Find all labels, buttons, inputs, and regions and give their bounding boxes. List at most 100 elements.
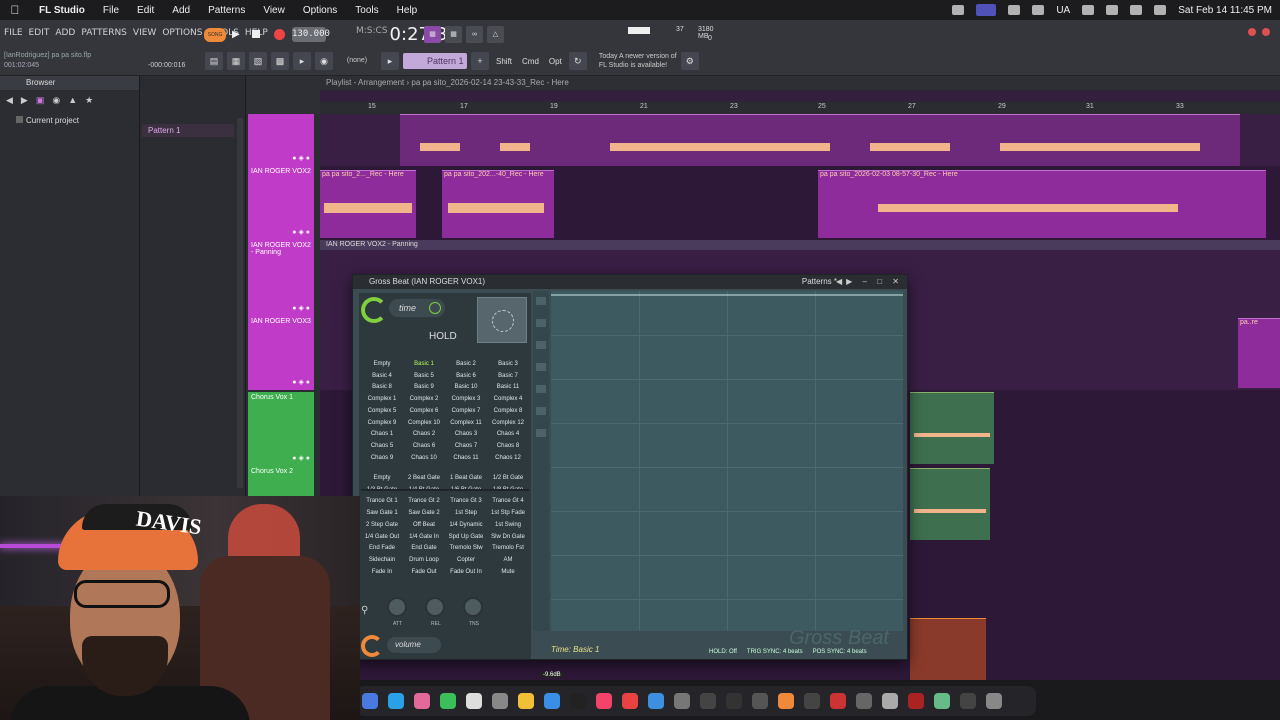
track-header-vox2-panning[interactable]: IAN ROGER VOX2 - Panning ● ◈ ●	[248, 240, 314, 316]
time-preset[interactable]: Chaos 7	[445, 441, 487, 452]
power-icon[interactable]	[429, 302, 441, 314]
time-preset[interactable]: Basic 2	[445, 359, 487, 370]
time-preset[interactable]: Basic 3	[487, 359, 529, 370]
volume-preset[interactable]: Tremolo Slw	[445, 543, 487, 554]
volume-preset[interactable]: Spd Up Gate	[445, 532, 487, 543]
safari-icon[interactable]	[388, 693, 404, 709]
minimize-icon[interactable]	[1248, 28, 1256, 36]
browser-item-current-project[interactable]: Current project	[0, 110, 139, 125]
clock[interactable]: Sat Feb 14 11:45 PM	[1178, 5, 1272, 16]
fl-menu-view[interactable]: VIEW	[133, 28, 156, 38]
microphone-icon[interactable]: ◉	[315, 52, 333, 70]
time-preset[interactable]: Chaos 8	[487, 441, 529, 452]
music-icon[interactable]	[596, 693, 612, 709]
fl-menu-patterns[interactable]: PATTERNS	[81, 28, 127, 38]
pos-sync-option[interactable]: POS SYNC: 4 beats	[813, 649, 867, 655]
zoom-icon[interactable]: ⚲	[361, 605, 368, 616]
menu-help[interactable]: Help	[388, 5, 427, 16]
tool-icon[interactable]	[536, 363, 546, 371]
menu-app-name[interactable]: FL Studio	[30, 5, 94, 16]
update-notice[interactable]: Today A newer version of FL Studio is av…	[599, 52, 677, 70]
trash-icon[interactable]	[986, 693, 1002, 709]
track-controls-icon[interactable]: ● ◈ ●	[292, 454, 310, 462]
photos-icon[interactable]	[414, 693, 430, 709]
volume-preset[interactable]: Fade Out	[403, 567, 445, 578]
pattern-arrow-icon[interactable]: ▸	[381, 52, 399, 70]
time-preset[interactable]: Basic 6	[445, 371, 487, 382]
volume-preset[interactable]: Saw Gate 1	[361, 508, 403, 519]
piano-roll-icon[interactable]: ▧	[249, 52, 267, 70]
time-preset[interactable]: Chaos 3	[445, 429, 487, 440]
track-header-vox3[interactable]: IAN ROGER VOX3 ● ◈ ●	[248, 316, 314, 390]
volume-preset[interactable]: Sidechain	[361, 555, 403, 566]
time-preset[interactable]: Complex 5	[361, 406, 403, 417]
volume-preset[interactable]: Drum Loop	[403, 555, 445, 566]
time-preset[interactable]: Complex 4	[487, 394, 529, 405]
envelope-curve[interactable]	[551, 291, 903, 311]
gross-beat-titlebar[interactable]: Gross Beat (IAN ROGER VOX1) Patterns * ◀…	[353, 275, 907, 289]
menu-patterns[interactable]: Patterns	[199, 5, 254, 16]
volume-preset[interactable]: Mute	[487, 567, 529, 578]
audio-clip[interactable]: pa pa sito_2..._Rec - Here	[320, 170, 416, 238]
volume-preset[interactable]: Trance Gt 3	[445, 496, 487, 507]
wifi-icon[interactable]	[1106, 5, 1119, 15]
maps-icon[interactable]	[544, 693, 560, 709]
app-icon[interactable]	[726, 693, 742, 709]
app-icon[interactable]	[622, 693, 638, 709]
app-icon[interactable]	[882, 693, 898, 709]
record-icon[interactable]	[274, 29, 285, 40]
volume-preset[interactable]: 1/4 Gate Out	[361, 532, 403, 543]
time-preset[interactable]: Complex 1	[361, 394, 403, 405]
app-store-icon[interactable]	[648, 693, 664, 709]
help-icon[interactable]	[960, 693, 976, 709]
time-preset[interactable]: Chaos 5	[361, 441, 403, 452]
menu-add[interactable]: Add	[163, 5, 199, 16]
time-selector[interactable]: time	[389, 299, 445, 317]
volume-preset[interactable]: 2 Step Gate	[361, 520, 403, 531]
time-preset[interactable]: Chaos 4	[487, 429, 529, 440]
volume-preset[interactable]: 1/4 Dynamic	[445, 520, 487, 531]
shift-key-label[interactable]: Shift	[493, 57, 515, 66]
envelope-editor[interactable]: Gross Beat	[551, 291, 903, 649]
play-icon[interactable]: ▶	[232, 29, 240, 40]
time-preset[interactable]: Complex 10	[403, 418, 445, 429]
tv-icon[interactable]	[570, 693, 586, 709]
calendar-icon[interactable]	[466, 693, 482, 709]
volume-preset[interactable]: Tremolo Fst	[487, 543, 529, 554]
help-icon[interactable]	[804, 693, 820, 709]
fl-studio-icon[interactable]	[778, 693, 794, 709]
app-icon[interactable]	[492, 693, 508, 709]
app-icon[interactable]	[934, 693, 950, 709]
status-icon[interactable]	[1032, 5, 1045, 15]
pattern-song-toggle[interactable]: SONG	[204, 28, 226, 42]
typing-keyboard-icon[interactable]: ▦	[424, 26, 441, 43]
step-edit-icon[interactable]: ▦	[445, 26, 462, 43]
time-preset[interactable]: Chaos 9	[361, 453, 403, 464]
recording-badge-icon[interactable]	[976, 4, 997, 16]
finder-icon[interactable]	[362, 693, 378, 709]
time-preset[interactable]: Basic 1	[403, 359, 445, 370]
volume-preset[interactable]: 1st Stp Fade	[487, 508, 529, 519]
timeline-ruler[interactable]: 15 17 19 21 23 25 27 29 31 33	[320, 102, 1280, 114]
time-preset[interactable]: Basic 8	[361, 382, 403, 393]
time-preset[interactable]: Complex 11	[445, 418, 487, 429]
hold-option[interactable]: HOLD: Off	[709, 649, 737, 655]
release-knob[interactable]: REL	[425, 597, 445, 627]
snap-select[interactable]: (none)	[337, 53, 377, 69]
control-center-icon[interactable]	[1154, 5, 1167, 15]
audio-clip[interactable]	[910, 392, 994, 464]
audio-clip[interactable]: pa pa sito_202...-40_Rec - Here	[442, 170, 554, 238]
fl-menu-options[interactable]: OPTIONS	[162, 28, 202, 38]
volume-preset[interactable]: 1st Swing	[487, 520, 529, 531]
volume-preset[interactable]: 1 Beat Gate	[445, 473, 487, 484]
time-preset[interactable]: Basic 5	[403, 371, 445, 382]
volume-preset[interactable]: Trance Gt 2	[403, 496, 445, 507]
time-preset[interactable]: Basic 10	[445, 382, 487, 393]
volume-preset[interactable]: Fade In	[361, 567, 403, 578]
time-mix-knob[interactable]	[361, 297, 387, 323]
attack-knob[interactable]: ATT	[387, 597, 407, 627]
window-buttons[interactable]: ◀▶ – □ ✕	[836, 275, 903, 289]
track-header-vox2[interactable]: IAN ROGER VOX2 ● ◈ ●	[248, 166, 314, 240]
menu-file[interactable]: File	[94, 5, 128, 16]
tool-icon[interactable]	[536, 297, 546, 305]
